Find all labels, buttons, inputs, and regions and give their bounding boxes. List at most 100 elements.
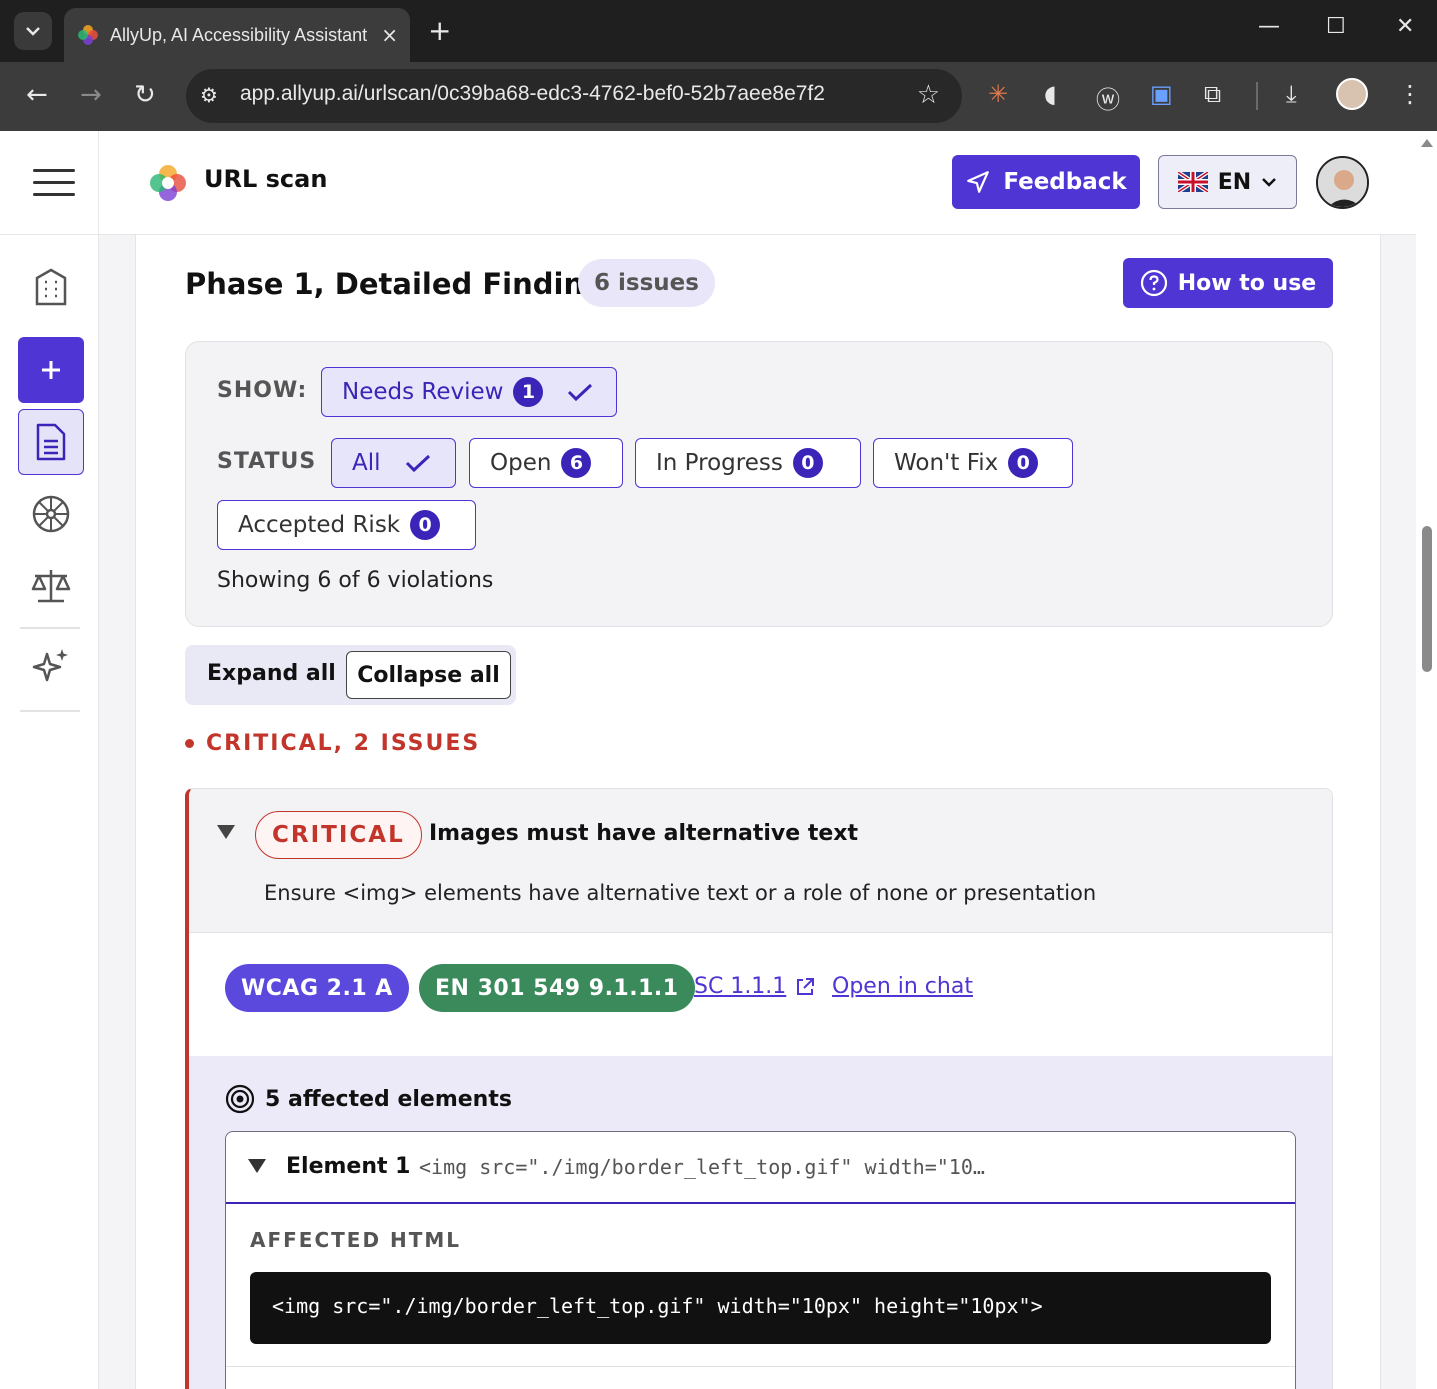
issue-card: CRITICAL Images must have alternative te…: [185, 788, 1333, 1389]
app-header: URL scan Feedback EN: [0, 131, 1416, 235]
browser-profile-avatar[interactable]: [1336, 78, 1368, 110]
feedback-label: Feedback: [1003, 169, 1127, 195]
scrollbar-thumb[interactable]: [1422, 526, 1432, 672]
how-to-use-button[interactable]: How to use: [1123, 258, 1333, 308]
bookmark-star-icon[interactable]: ☆: [917, 80, 940, 110]
page-scrollbar[interactable]: [1416, 131, 1437, 1389]
status-filter-all[interactable]: All: [331, 438, 456, 488]
browser-tab[interactable]: AllyUp, AI Accessibility Assistant ×: [64, 8, 410, 62]
reload-icon[interactable]: ↻: [134, 80, 156, 110]
feedback-button[interactable]: Feedback: [952, 155, 1140, 209]
close-tab-icon[interactable]: ×: [381, 23, 398, 47]
affected-element: Element 1 <img src="./img/border_left_to…: [225, 1131, 1296, 1389]
showing-count-text: Showing 6 of 6 violations: [217, 568, 494, 593]
issue-count-badge: 6 issues: [578, 259, 715, 307]
collapse-all-button[interactable]: Collapse all: [346, 651, 511, 699]
w-extension-icon[interactable]: ⓦ: [1096, 80, 1120, 115]
download-icon[interactable]: ⤓: [1286, 80, 1297, 108]
sidebar-new-scan-button[interactable]: [18, 337, 84, 403]
status-all-label: All: [352, 450, 381, 476]
check-icon: [405, 454, 430, 473]
affected-html-code: <img src="./img/border_left_top.gif" wid…: [250, 1272, 1271, 1344]
expand-all-button[interactable]: Expand all: [207, 661, 336, 686]
issue-description: Ensure <img> elements have alternative t…: [264, 881, 1097, 905]
maximize-icon[interactable]: ☐: [1326, 14, 1346, 39]
issue-title: Images must have alternative text: [429, 821, 858, 846]
status-filter-wont-fix[interactable]: Won't Fix 0: [873, 438, 1073, 488]
status-filter-open[interactable]: Open 6: [469, 438, 623, 488]
browser-tabbar: AllyUp, AI Accessibility Assistant × + —…: [0, 0, 1437, 62]
wcag-tag: WCAG 2.1 A: [225, 964, 409, 1012]
site-info-icon[interactable]: ⚙: [200, 83, 218, 107]
how-to-use-label: How to use: [1177, 270, 1317, 296]
sparkles-icon: [32, 649, 68, 682]
issue-header[interactable]: CRITICAL Images must have alternative te…: [189, 789, 1332, 933]
needs-review-filter[interactable]: Needs Review 1: [321, 367, 617, 417]
status-filter-in-progress[interactable]: In Progress 0: [635, 438, 861, 488]
security-extension-icon[interactable]: ▣: [1150, 80, 1173, 108]
main-content: Phase 1, Detailed Findings 6 issues How …: [99, 235, 1416, 1389]
issue-tags-row: WCAG 2.1 A EN 301 549 9.1.1.1 SC 1.1.1 O…: [189, 934, 1332, 1056]
sidebar-divider: [20, 710, 80, 712]
affected-html-label: AFFECTED HTML: [250, 1228, 462, 1252]
sidebar-divider: [20, 627, 80, 629]
sidebar-item-compliance[interactable]: [18, 553, 84, 619]
check-icon: [568, 383, 593, 402]
sidebar-item-ai[interactable]: [18, 633, 84, 699]
hamburger-menu-icon[interactable]: [33, 169, 75, 197]
severity-badge: CRITICAL: [255, 811, 422, 859]
user-avatar[interactable]: [1316, 156, 1369, 209]
minimize-icon[interactable]: —: [1258, 14, 1280, 39]
status-wont-fix-count: 0: [1008, 448, 1039, 478]
more-menu-icon[interactable]: ⋮: [1398, 80, 1422, 108]
collapse-triangle-icon[interactable]: [217, 825, 235, 839]
plus-icon: [42, 361, 60, 379]
filter-panel: SHOW: Needs Review 1 STATUS All Open 6 I…: [185, 341, 1333, 627]
status-in-progress-count: 0: [792, 448, 823, 478]
status-filter-accepted-risk[interactable]: Accepted Risk 0: [217, 500, 476, 550]
severity-group-label: CRITICAL, 2 ISSUES: [206, 731, 481, 756]
status-accepted-risk-label: Accepted Risk: [238, 512, 401, 538]
sidebar-item-reports[interactable]: [18, 409, 84, 475]
status-in-progress-label: In Progress: [656, 450, 783, 476]
url-text[interactable]: app.allyup.ai/urlscan/0c39ba68-edc3-4762…: [240, 82, 825, 106]
tab-search-button[interactable]: [14, 12, 52, 50]
new-tab-button[interactable]: +: [428, 14, 451, 47]
close-window-icon[interactable]: ✕: [1396, 14, 1414, 39]
forward-icon[interactable]: →: [80, 80, 102, 110]
send-icon: [967, 171, 990, 193]
sidebar: [0, 235, 99, 1389]
help-circle-icon: [1140, 269, 1167, 297]
claude-extension-icon[interactable]: ✳: [988, 80, 1008, 108]
building-icon: [35, 268, 67, 306]
sidebar-item-organization[interactable]: [18, 254, 84, 320]
element-divider: [226, 1366, 1295, 1367]
severity-group-heading: CRITICAL, 2 ISSUES: [185, 731, 480, 756]
menu-toggle-cell: [0, 131, 99, 235]
affected-elements-section: 5 affected elements Element 1 <img src="…: [189, 1056, 1332, 1389]
en-standard-tag: EN 301 549 9.1.1.1: [419, 964, 695, 1012]
status-open-count: 6: [561, 448, 592, 478]
sidebar-item-help[interactable]: [18, 481, 84, 547]
element-header[interactable]: Element 1 <img src="./img/border_left_to…: [226, 1132, 1295, 1204]
sc-link[interactable]: SC 1.1.1: [694, 974, 816, 999]
chevron-down-icon: [1262, 178, 1277, 187]
scales-icon: [31, 570, 71, 603]
critical-dot-icon: [185, 739, 194, 748]
mouse-extension-icon[interactable]: ◖: [1044, 80, 1057, 108]
element-label: Element 1: [286, 1154, 411, 1179]
language-select[interactable]: EN: [1158, 155, 1297, 209]
open-in-chat-link[interactable]: Open in chat: [832, 974, 973, 999]
address-bar[interactable]: ⚙ app.allyup.ai/urlscan/0c39ba68-edc3-47…: [186, 69, 962, 123]
page-title: URL scan: [204, 165, 328, 193]
chevron-down-icon: [26, 27, 40, 36]
collapse-triangle-icon[interactable]: [248, 1159, 266, 1173]
allyup-logo-icon: [78, 25, 98, 45]
scroll-up-arrow-icon[interactable]: [1421, 139, 1433, 147]
document-icon: [36, 423, 66, 461]
back-icon[interactable]: ←: [26, 80, 48, 110]
allyup-logo: [150, 165, 186, 201]
status-open-label: Open: [490, 450, 552, 476]
extensions-puzzle-icon[interactable]: ⧉: [1204, 80, 1221, 108]
sc-link-label: SC 1.1.1: [694, 974, 787, 999]
